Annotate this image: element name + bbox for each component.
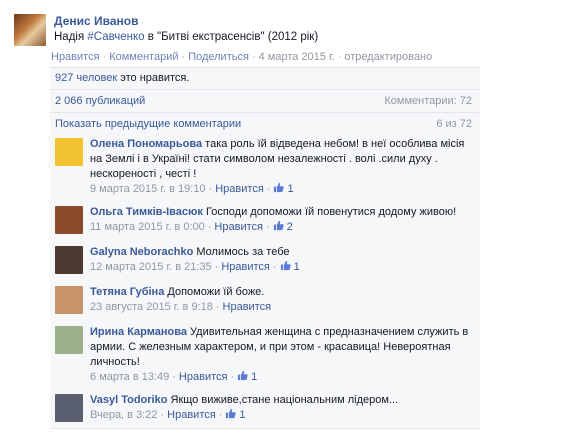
comment: Galyna Neborachko Молимось за тебе 12 мар…: [50, 240, 480, 281]
commenter-avatar[interactable]: [55, 394, 83, 422]
comment-like-link[interactable]: Нравится: [215, 183, 264, 195]
like-thumb-icon[interactable]: [273, 182, 285, 193]
post-text-before: Надія: [54, 31, 88, 43]
comment-meta: 11 марта 2015 г. в 0:00 · Нравится · 2: [90, 220, 293, 233]
comments-count: Комментарии: 72: [384, 95, 472, 107]
commenter-name[interactable]: Ольга Тимків-Івасюк: [90, 206, 203, 218]
commenter-name[interactable]: Vasyl Todoriko: [90, 394, 167, 406]
commenter-name[interactable]: Galyna Neborachko: [90, 246, 193, 258]
comment: Олена Пономарьова така роль їй відведена…: [50, 132, 480, 201]
comment-like-link[interactable]: Нравится: [223, 301, 272, 313]
comment: Ирина Карманова Удивительная женщина с п…: [50, 320, 480, 389]
comment-link[interactable]: Комментарий: [109, 51, 178, 63]
likes-summary: 927 человек это нравится.: [50, 68, 480, 90]
commenter-name[interactable]: Тетяна Губіна: [90, 286, 164, 298]
comment-like-count[interactable]: 2: [287, 221, 293, 233]
comment-date[interactable]: 11 марта 2015 г. в 0:00: [90, 221, 205, 233]
comment-meta: Вчера, в 3:22 · Нравится · 1: [90, 408, 246, 421]
comment-date[interactable]: 6 марта в 13:49: [90, 371, 169, 383]
comment: Vasyl Todoriko Якщо виживе,стане націона…: [50, 388, 480, 429]
comment-like-count[interactable]: 1: [239, 409, 245, 421]
comment-meta: 12 марта 2015 г. в 21:35 · Нравится · 1: [90, 260, 300, 273]
commenter-avatar[interactable]: [55, 286, 83, 314]
show-previous-comments-link[interactable]: Показать предыдущие комментарии: [55, 118, 241, 130]
commenter-avatar[interactable]: [55, 326, 83, 354]
commenter-name[interactable]: Олена Пономарьова: [90, 138, 202, 150]
comment-date[interactable]: 12 марта 2015 г. в 21:35: [90, 261, 212, 273]
commenter-avatar[interactable]: [55, 138, 83, 166]
like-thumb-icon[interactable]: [280, 260, 291, 271]
post-actions: Нравится · Комментарий · Поделиться · 4 марта …: [51, 51, 433, 63]
comment-text: Господи допоможи їй повенутися додому жи…: [205, 206, 457, 218]
commenter-avatar[interactable]: [55, 246, 83, 274]
shares-summary: 2 066 публикаций Комментарии: 72: [50, 90, 480, 113]
share-link[interactable]: Поделиться: [188, 51, 249, 63]
comment-date[interactable]: 23 августа 2015 г. в 9:18: [90, 301, 213, 313]
comment-like-link[interactable]: Нравится: [179, 371, 228, 383]
comment-date[interactable]: Вчера, в 3:22: [90, 409, 157, 421]
hashtag-link[interactable]: #Савченко: [87, 31, 144, 43]
comment: Ольга Тимків-Івасюк Господи допоможи їй …: [50, 200, 480, 241]
comment-date[interactable]: 9 марта 2015 г. в 19:10: [90, 183, 206, 195]
comment-meta: 6 марта в 13:49 · Нравится · 1: [90, 370, 258, 383]
comment-like-link[interactable]: Нравится: [221, 261, 270, 273]
post-text-after: в "Битві екстрасенсів" (2012 рік): [144, 31, 319, 43]
comment-meta: 9 марта 2015 г. в 19:10 · Нравится · 1: [90, 182, 294, 195]
likes-count-link[interactable]: 927 человек: [55, 72, 117, 84]
shares-link[interactable]: 2 066 публикаций: [55, 95, 145, 107]
commenter-avatar[interactable]: [55, 206, 83, 234]
post-author[interactable]: Денис Иванов: [54, 14, 138, 28]
comment-like-link[interactable]: Нравится: [214, 221, 263, 233]
likes-text: это нравится.: [117, 72, 190, 84]
post-text: Надія #Савченко в "Битві екстрасенсів" (…: [54, 31, 318, 43]
comment: Тетяна Губіна Допоможи їй боже. 23 август…: [50, 280, 480, 321]
comment-text: Допоможи їй боже.: [167, 286, 265, 298]
comment-meta: 23 августа 2015 г. в 9:18 · Нравится: [90, 301, 272, 313]
commenter-name[interactable]: Ирина Карманова: [90, 326, 187, 338]
like-thumb-icon[interactable]: [273, 220, 284, 231]
comment-text: Якщо виживе,стане національним лідером..…: [170, 394, 399, 406]
edited-label[interactable]: отредактировано: [344, 51, 432, 63]
like-thumb-icon[interactable]: [225, 408, 237, 419]
comment-like-link[interactable]: Нравится: [167, 409, 216, 421]
author-avatar[interactable]: [14, 14, 46, 46]
like-thumb-icon[interactable]: [237, 370, 248, 381]
comment-like-count[interactable]: 1: [287, 183, 293, 195]
feedback-panel: 927 человек это нравится. 2 066 публикац…: [50, 67, 480, 136]
comment-text: Молимось за тебе: [196, 246, 290, 258]
comment-like-count[interactable]: 1: [294, 261, 300, 273]
like-link[interactable]: Нравится: [51, 51, 100, 63]
comment-like-count[interactable]: 1: [251, 371, 257, 383]
post-date[interactable]: 4 марта 2015 г.: [259, 51, 335, 63]
